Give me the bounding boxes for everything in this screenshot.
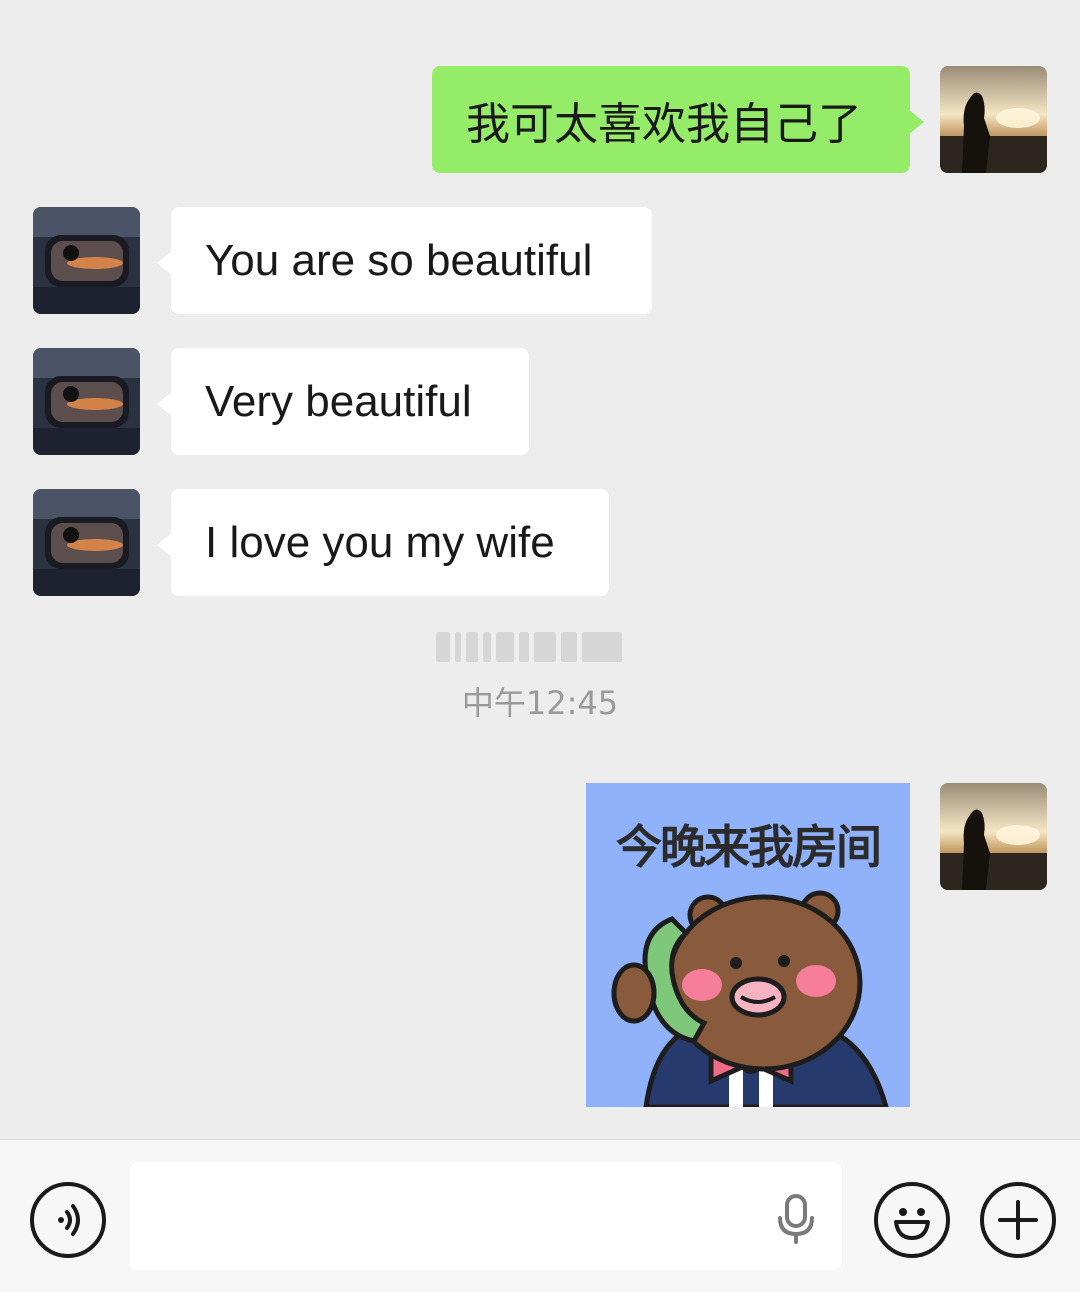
my-avatar[interactable]	[940, 66, 1047, 173]
chat-area: 我可太喜欢我自己了 You are so beautiful Very beau…	[0, 0, 1080, 1140]
message-input[interactable]	[130, 1162, 842, 1270]
received-message-bubble[interactable]: I love you my wife	[157, 489, 609, 596]
message-text: Very beautiful	[205, 376, 472, 426]
emoji-button[interactable]	[874, 1182, 950, 1258]
contact-avatar[interactable]	[33, 348, 140, 455]
car-mirror-sunset-avatar-image	[33, 348, 140, 455]
emoji-icon	[894, 1208, 930, 1240]
bubble-tail	[157, 251, 172, 275]
contact-avatar[interactable]	[33, 489, 140, 596]
microphone-icon[interactable]	[776, 1194, 816, 1244]
message-text: 我可太喜欢我自己了	[466, 98, 862, 150]
voice-toggle-button[interactable]	[30, 1182, 106, 1258]
bubble-tail	[909, 110, 924, 134]
silhouette-sunset-avatar-image	[940, 66, 1047, 173]
bubble-tail	[157, 392, 172, 416]
more-options-button[interactable]	[980, 1182, 1056, 1258]
car-mirror-sunset-avatar-image	[33, 489, 140, 596]
input-toolbar	[0, 1139, 1080, 1292]
message-text: You are so beautiful	[205, 235, 593, 285]
message-text: I love you my wife	[205, 517, 555, 567]
my-avatar[interactable]	[940, 783, 1047, 890]
voice-toggle-icon	[58, 1204, 80, 1236]
received-message-bubble[interactable]: You are so beautiful	[157, 207, 652, 314]
sticker-caption: 今晚来我房间	[616, 820, 882, 874]
car-mirror-sunset-avatar-image	[33, 207, 140, 314]
contact-avatar[interactable]	[33, 207, 140, 314]
blurred-system-notice	[436, 630, 648, 664]
message-timestamp: 中午12:45	[461, 684, 619, 722]
silhouette-sunset-avatar-image	[940, 783, 1047, 890]
bubble-tail	[157, 533, 172, 557]
sent-message-bubble[interactable]: 我可太喜欢我自己了	[432, 66, 924, 173]
sticker-message[interactable]: 今晚来我房间	[586, 783, 910, 1107]
received-message-bubble[interactable]: Very beautiful	[157, 348, 529, 455]
plus-icon	[998, 1200, 1038, 1240]
